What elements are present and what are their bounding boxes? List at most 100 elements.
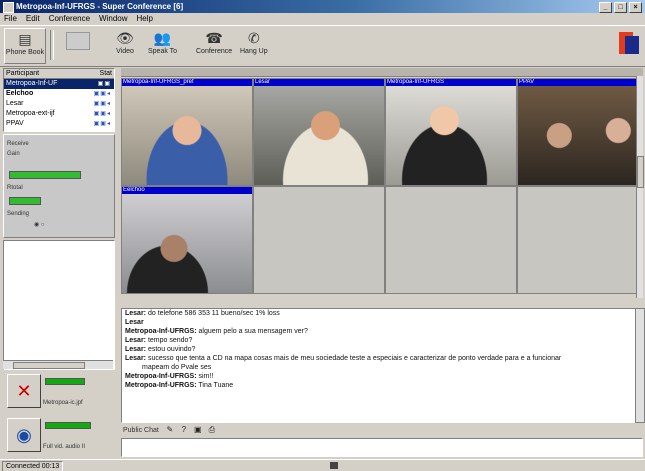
participant-name: Lesar	[6, 100, 24, 107]
video-feed	[122, 86, 252, 185]
conference-icon: ☎	[205, 29, 223, 46]
rtotal-label: Rtotal	[7, 185, 23, 191]
chat-line: Metropoa-Inf-UFRGS: Tina Tuane	[125, 382, 234, 389]
chat-line: Lesar: estou ouvindo?	[125, 346, 196, 353]
video-tile[interactable]: PPAV	[517, 78, 637, 186]
status-icons: ▣▣◂	[93, 101, 111, 107]
tool-placeholder	[66, 32, 90, 50]
video-tile[interactable]: Metropoa-Inf-UFRGS_pref	[121, 78, 253, 186]
maximize-button[interactable]: □	[614, 2, 627, 13]
participant-row[interactable]: Eelchoo ▣▣◂	[4, 89, 114, 99]
mute-button[interactable]: ✕	[7, 374, 41, 408]
chat-scrollbar[interactable]	[635, 308, 645, 423]
video-header-bar	[121, 68, 643, 77]
question-icon[interactable]: ?	[179, 425, 189, 435]
empty-video-slot	[253, 186, 385, 294]
receive-label: Receive	[7, 141, 29, 147]
video-tile-title: PPAV	[518, 79, 636, 86]
speaker-label: Full vid. audio II	[43, 444, 86, 450]
menu-bar: File Edit Conference Window Help	[0, 13, 645, 25]
video-tile[interactable]: Lesar	[253, 78, 385, 186]
video-tile[interactable]: Metropoa-Inf-UFRGS	[385, 78, 517, 186]
video-feed	[518, 86, 636, 185]
menu-window[interactable]: Window	[99, 13, 127, 25]
participant-name: Eelchoo	[6, 90, 34, 97]
menu-conference[interactable]: Conference	[49, 13, 90, 25]
video-tile-title: Eelchoo	[122, 187, 252, 194]
video-feed	[386, 86, 516, 185]
chat-line: Lesar	[125, 319, 144, 326]
chat-input[interactable]	[121, 438, 643, 457]
chat-toolbar: Public Chat ✎ ? ▣ ⎙	[121, 423, 643, 437]
participant-row[interactable]: Metropoa-Inf-UF ▣▣	[4, 79, 114, 89]
brand-logo	[619, 32, 639, 54]
minimize-button[interactable]: _	[599, 2, 612, 13]
send-level-meter	[9, 197, 41, 205]
pencil-icon[interactable]: ✎	[165, 425, 175, 435]
participant-row[interactable]: Lesar ▣▣◂	[4, 99, 114, 109]
chat-line: Lesar: sucesso que tenta a CD na mapa co…	[125, 355, 562, 362]
toolbar-separator	[50, 30, 54, 60]
video-icon: 👁	[116, 29, 134, 46]
save-icon[interactable]: ▣	[193, 425, 203, 435]
video-tile-title: Metropoa-Inf-UFRGS_pref	[122, 79, 252, 86]
mute-label: Metropoa-ic.jpf	[43, 400, 83, 406]
speak-to-icon: 👥	[153, 29, 172, 46]
empty-video-slot	[517, 186, 637, 294]
status-icons: ▣▣◂	[93, 111, 111, 117]
video-button[interactable]: 👁 Video	[114, 28, 136, 56]
participant-row[interactable]: Metropoa-ext-ijf ▣▣◂	[4, 109, 114, 119]
chat-log[interactable]: Lesar: do telefone 586 353 11 bueno/sec …	[121, 308, 636, 423]
chat-line: Lesar: do telefone 586 353 11 bueno/sec …	[125, 310, 280, 317]
video-feed	[254, 86, 384, 185]
phone-book-button[interactable]: ▤ Phone Book	[4, 28, 46, 64]
menu-help[interactable]: Help	[137, 13, 153, 25]
chat-line: Lesar: tempo sendo?	[125, 337, 193, 344]
video-feed	[122, 194, 252, 293]
video-area: Metropoa-Inf-UFRGS_pref Lesar Metropoa-I…	[121, 68, 644, 298]
app-window: Metropoa-Inf-UFRGS - Super Conference [6…	[0, 0, 645, 471]
hang-up-button[interactable]: ✆ Hang Up	[240, 28, 268, 56]
participant-header: Participant Stat	[4, 69, 114, 79]
speaker-level-bar	[45, 422, 91, 429]
chat-line: Metropoa-Inf-UFRGS: sim!!	[125, 373, 214, 380]
speak-to-button[interactable]: 👥 Speak To	[148, 28, 178, 56]
sending-label: Sending	[7, 211, 30, 217]
speak-to-label: Speak To	[148, 48, 178, 55]
title-bar[interactable]: Metropoa-Inf-UFRGS - Super Conference [6…	[0, 0, 645, 13]
status-icons: ▣▣◂	[93, 121, 111, 127]
participant-name: Metropoa-ext-ijf	[6, 110, 55, 117]
phone-book-label: Phone Book	[5, 49, 45, 56]
conference-label: Conference	[196, 48, 233, 55]
mode-radio[interactable]: ◉ ○	[34, 221, 45, 228]
participant-name: Metropoa-Inf-UF	[6, 80, 58, 87]
hang-up-label: Hang Up	[240, 48, 268, 55]
close-button[interactable]: ×	[629, 2, 642, 13]
status-grip	[330, 462, 338, 469]
video-scrollbar[interactable]	[636, 76, 644, 298]
menu-edit[interactable]: Edit	[26, 13, 40, 25]
status-column-header[interactable]: Stat	[100, 69, 112, 78]
participant-column-header[interactable]: Participant	[6, 69, 39, 78]
hang-up-icon: ✆	[247, 29, 260, 46]
gain-label: Gain	[7, 151, 20, 157]
horizontal-scrollbar[interactable]	[3, 360, 113, 369]
speaker-control: ◉ Full vid. audio II	[3, 416, 113, 456]
participant-row[interactable]: PPAV ▣▣◂	[4, 119, 114, 129]
status-bar: Connected 00:13	[0, 459, 645, 471]
user-listbox[interactable]	[3, 240, 115, 370]
speaker-button[interactable]: ◉	[7, 418, 41, 452]
empty-video-slot	[385, 186, 517, 294]
participant-name: PPAV	[6, 120, 24, 127]
status-icons: ▣▣◂	[93, 91, 111, 97]
mute-icon: ✕	[16, 380, 32, 401]
public-chat-tab[interactable]: Public Chat	[121, 427, 161, 434]
status-icons: ▣▣	[97, 81, 111, 87]
status-text: Connected 00:13	[2, 461, 64, 471]
video-tile[interactable]: Eelchoo	[121, 186, 253, 294]
video-tile-title: Metropoa-Inf-UFRGS	[386, 79, 516, 86]
conference-button[interactable]: ☎ Conference	[196, 28, 233, 56]
menu-file[interactable]: File	[4, 13, 17, 25]
video-label: Video	[116, 48, 134, 55]
print-icon[interactable]: ⎙	[207, 425, 217, 435]
